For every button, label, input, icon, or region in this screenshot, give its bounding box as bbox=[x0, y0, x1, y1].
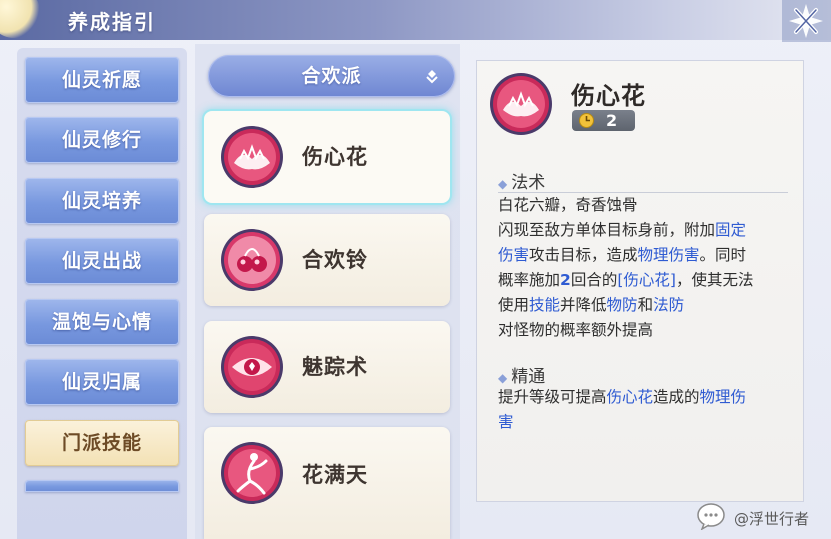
skill-name: 伤心花 bbox=[302, 145, 368, 169]
left-nav: 仙灵祈愿 仙灵修行 仙灵培养 仙灵出战 温饱与心情 仙灵归属 门派技能 bbox=[17, 48, 187, 539]
nav-item-next[interactable] bbox=[25, 480, 179, 492]
nav-item-practice[interactable]: 仙灵修行 bbox=[25, 117, 179, 163]
skill-item-shangxinhua[interactable]: 伤心花 bbox=[204, 111, 450, 203]
watermark-text: @浮世行者 bbox=[734, 510, 810, 528]
nav-item-cultivate[interactable]: 仙灵培养 bbox=[25, 178, 179, 224]
sect-dropdown-label: 合欢派 bbox=[301, 65, 362, 87]
sect-dropdown[interactable]: 合欢派 bbox=[208, 55, 455, 97]
nav-item-ownership[interactable]: 仙灵归属 bbox=[25, 359, 179, 405]
nav-item-mood[interactable]: 温饱与心情 bbox=[25, 299, 179, 345]
skill-name: 魅踪术 bbox=[302, 355, 368, 379]
lotus-icon bbox=[490, 73, 552, 135]
skill-item-hehuanling[interactable]: 合欢铃 bbox=[204, 214, 450, 306]
window-title: 养成指引 bbox=[68, 10, 156, 34]
chevron-down-icon bbox=[426, 70, 438, 84]
bell-icon bbox=[221, 229, 283, 291]
section-title-spell: ◆ 法术 bbox=[498, 173, 546, 193]
eye-icon bbox=[221, 336, 283, 398]
nav-item-sect-skills[interactable]: 门派技能 bbox=[25, 420, 179, 466]
wechat-bubble-icon bbox=[697, 503, 725, 530]
close-button[interactable] bbox=[782, 0, 831, 42]
nav-item-wish[interactable]: 仙灵祈愿 bbox=[25, 57, 179, 103]
nav-item-deploy[interactable]: 仙灵出战 bbox=[25, 238, 179, 284]
skill-item-meizongshu[interactable]: 魅踪术 bbox=[204, 321, 450, 413]
dancer-icon bbox=[221, 442, 283, 504]
guide-window: 养成指引 仙灵祈愿 仙灵修行 仙灵培养 仙灵出战 温饱与心情 仙灵归属 门派技能… bbox=[0, 0, 831, 539]
cost-badge: 2 bbox=[572, 110, 635, 131]
lotus-icon bbox=[221, 126, 283, 188]
skill-description: 白花六瓣，奇香蚀骨 闪现至敌方单体目标身前，附加固定 伤害攻击目标，造成物理伤害… bbox=[498, 196, 754, 339]
mastery-description: 提升等级可提高伤心花造成的物理伤 害 bbox=[498, 388, 747, 431]
skill-name: 合欢铃 bbox=[302, 248, 368, 272]
diamond-icon: ◆ bbox=[498, 177, 508, 191]
detail-skill-name: 伤心花 bbox=[571, 82, 646, 110]
cost-value: 2 bbox=[606, 111, 618, 130]
close-icon bbox=[782, 0, 831, 42]
section-title-mastery: ◆ 精通 bbox=[498, 367, 546, 387]
clock-icon bbox=[579, 113, 594, 128]
watermark: @浮世行者 bbox=[696, 500, 826, 534]
skill-item-huamantian[interactable]: 花满天 bbox=[204, 427, 450, 539]
diamond-icon: ◆ bbox=[498, 371, 508, 385]
skill-name: 花满天 bbox=[302, 463, 368, 487]
